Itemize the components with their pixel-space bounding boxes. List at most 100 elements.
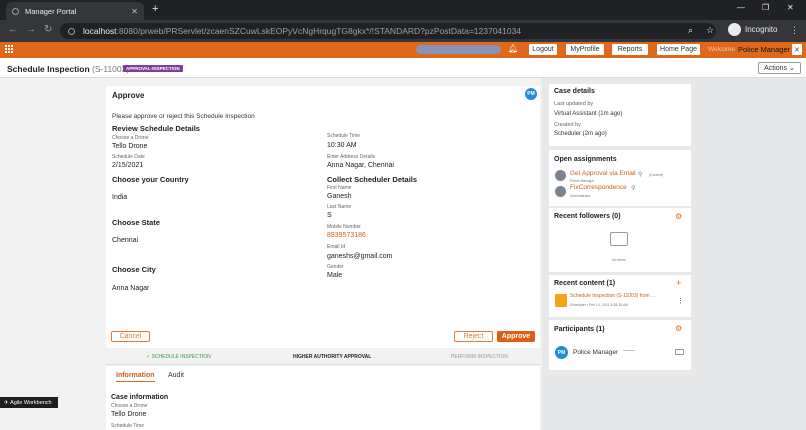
state-heading: Choose State xyxy=(112,218,160,227)
mobile-label: Mobile Number xyxy=(327,224,361,230)
tab-information[interactable]: Information xyxy=(116,372,155,382)
case-info-drone-value: Tello Drone xyxy=(111,411,147,418)
cancel-button[interactable]: Cancel xyxy=(111,331,150,342)
add-icon[interactable]: + xyxy=(676,278,681,288)
address-label: Enter Address Details xyxy=(327,154,376,160)
maximize-icon[interactable]: ❐ xyxy=(762,3,769,12)
forward-icon[interactable]: → xyxy=(26,24,36,35)
country-value: India xyxy=(112,194,128,201)
gender-value: Male xyxy=(327,272,343,279)
back-icon[interactable]: ← xyxy=(8,24,18,35)
inbox-icon xyxy=(610,232,628,246)
participants-heading: Participants (1) xyxy=(554,326,605,333)
drone-value: Tello Drone xyxy=(112,143,148,150)
date-value: 2/15/2021 xyxy=(112,162,144,169)
instruction-text: Please approve or reject this Schedule I… xyxy=(112,113,255,120)
mail-icon[interactable] xyxy=(675,349,684,355)
followers-heading: Recent followers (0) xyxy=(554,213,621,220)
city-heading: Choose City xyxy=(112,265,156,274)
participants-count: (1) xyxy=(596,326,605,333)
reject-button[interactable]: Reject xyxy=(454,331,493,342)
case-info-time-label: Schedule Time xyxy=(111,423,145,429)
created-by-label: Created by xyxy=(554,122,581,128)
recent-content-title: Recent content xyxy=(554,280,605,287)
followers-count: (0) xyxy=(611,213,621,220)
more-icon[interactable]: ⋮ xyxy=(677,297,684,305)
gear-icon[interactable]: ⚙ xyxy=(675,324,682,333)
incognito-badge[interactable]: Incognito xyxy=(728,23,777,36)
agile-workbench-button[interactable]: ✈ Agile Workbench xyxy=(0,397,58,408)
url-path: :8080/prweb/PRServlet/zcaenSZCuwLskEOPyV… xyxy=(116,26,522,36)
email-value: ganeshs@gmail.com xyxy=(327,253,393,260)
header-search-input[interactable] xyxy=(416,45,501,54)
document-icon xyxy=(555,294,567,307)
close-icon[interactable]: ✕ xyxy=(792,44,802,55)
incognito-label: Incognito xyxy=(745,25,778,34)
date-label: Schedule Date xyxy=(112,154,145,160)
stage-label: SCHEDULE INSPECTION xyxy=(151,354,211,360)
page-title: Schedule Inspection (S-11003) xyxy=(7,64,129,74)
time-value: 10:30 AM xyxy=(327,142,357,149)
new-tab-icon[interactable]: + xyxy=(152,3,158,15)
case-header: Schedule Inspection (S-11003) APPROVAL-I… xyxy=(0,58,806,78)
recent-content-count: (1) xyxy=(606,280,616,287)
pin-icon: ⚲ xyxy=(638,172,643,178)
incognito-icon xyxy=(728,23,741,36)
close-window-icon[interactable]: ✕ xyxy=(787,3,794,12)
browser-tab[interactable]: Manager Portal ✕ xyxy=(6,2,144,20)
info-icon[interactable] xyxy=(68,27,75,35)
participant-name: Police Manager xyxy=(573,349,619,356)
home-page-button[interactable]: Home Page xyxy=(657,44,700,55)
user-menu[interactable]: Police Manager xyxy=(738,45,790,54)
assignment-fix-correspondence[interactable]: FixCorrespondence xyxy=(570,184,627,191)
more-icon[interactable]: ⋮ xyxy=(790,25,799,36)
gear-icon[interactable]: ⚙ xyxy=(675,212,682,221)
email-label: Email Id xyxy=(327,244,346,250)
pin-icon: ⚲ xyxy=(631,186,636,192)
myprofile-button[interactable]: MyProfile xyxy=(566,44,604,55)
tab-audit[interactable]: Audit xyxy=(168,372,184,379)
participants-title: Participants xyxy=(554,326,595,333)
first-name-value: Ganesh xyxy=(327,193,352,200)
mobile-value[interactable]: 8939573186 xyxy=(327,232,366,239)
time-label: Schedule Time xyxy=(327,133,361,139)
created-by-value: Scheduler (2m ago) xyxy=(554,131,607,137)
search-icon[interactable]: ⌕ xyxy=(688,25,693,36)
drone-label: Choose a Drone xyxy=(112,135,149,141)
minimize-icon[interactable]: — xyxy=(737,3,745,12)
user-icon xyxy=(555,170,566,181)
address-value: Anna Nagar, Chennai xyxy=(327,162,394,169)
check-icon: ✓ xyxy=(146,354,151,360)
stage-perform-inspection: PERFORM INSPECTION xyxy=(451,354,508,360)
bell-icon[interactable]: 🔔︎ xyxy=(508,44,518,53)
last-name-label: Last Name xyxy=(327,204,352,210)
stage-bar: ✓ SCHEDULE INSPECTION HIGHER AUTHORITY A… xyxy=(106,350,540,365)
updated-by-value: Virtual Assistant (1m ago) xyxy=(554,111,623,117)
recent-content-meta: Scheduler • Feb 14, 2021 8:38:18 AM xyxy=(570,303,629,307)
updated-by-label: Last updated by xyxy=(554,101,594,107)
app-grid-icon[interactable] xyxy=(5,45,13,53)
last-name-value: S xyxy=(327,212,332,219)
reports-button[interactable]: Reports xyxy=(612,44,648,55)
recent-content-item[interactable]: Schedule Inspection (S-11003) from ... xyxy=(570,293,655,299)
assignment-get-approval[interactable]: Get Approval via Email xyxy=(570,170,636,177)
workbench-label: Agile Workbench xyxy=(10,399,52,406)
close-tab-icon[interactable]: ✕ xyxy=(131,7,138,16)
actions-button[interactable]: Actions ⌄ xyxy=(758,62,801,74)
tab-title: Manager Portal xyxy=(25,6,77,16)
star-icon[interactable]: ☆ xyxy=(706,25,714,36)
url-host: localhost xyxy=(83,26,117,36)
logout-button[interactable]: Logout xyxy=(529,44,557,55)
url-field[interactable]: localhost:8080/prweb/PRServlet/zcaenSZCu… xyxy=(60,23,716,39)
case-details-heading: Case details xyxy=(554,88,595,95)
case-name: Schedule Inspection xyxy=(7,64,90,74)
gender-label: Gender xyxy=(327,264,344,270)
empty-text: No items xyxy=(612,258,626,262)
open-assignments-heading: Open assignments xyxy=(554,156,617,163)
form-title: Approve xyxy=(112,91,145,100)
welcome-label: Welcome xyxy=(708,46,735,53)
city-value: Anna Nagar xyxy=(112,285,150,292)
reload-icon[interactable]: ↻ xyxy=(44,24,52,35)
avatar: PM xyxy=(555,346,568,359)
approve-button[interactable]: Approve xyxy=(497,331,535,342)
